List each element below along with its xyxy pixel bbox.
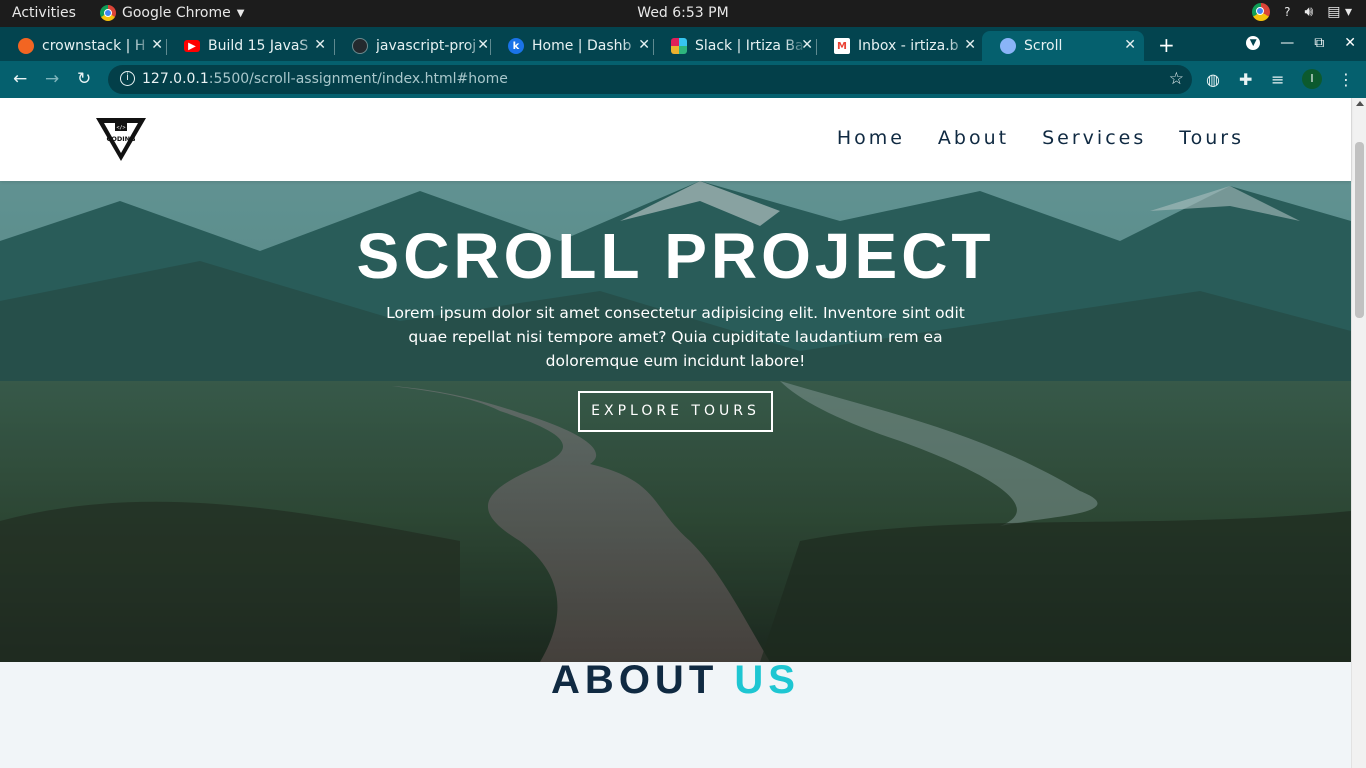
- forward-icon[interactable]: →: [45, 69, 59, 89]
- scrollbar-thumb[interactable]: [1355, 142, 1364, 318]
- reload-icon[interactable]: ↻: [77, 69, 91, 89]
- tab-youtube[interactable]: ▶ Build 15 JavaS ✕: [166, 31, 334, 61]
- clock[interactable]: Wed 6:53 PM: [0, 5, 1366, 21]
- tab-title: Build 15 JavaS: [208, 38, 309, 54]
- tab-title: Scroll: [1024, 38, 1063, 54]
- hero-section: SCROLL PROJECT Lorem ipsum dolor sit ame…: [0, 181, 1351, 662]
- scroll-up-arrow-icon[interactable]: [1356, 101, 1364, 106]
- bookmark-star-icon[interactable]: ☆: [1169, 69, 1184, 89]
- site-navbar: </> CODING Home About Services Tours: [0, 98, 1351, 181]
- url-text[interactable]: 127.0.0.1:5500/scroll-assignment/index.h…: [142, 71, 508, 87]
- nav-link-home[interactable]: Home: [837, 127, 905, 149]
- page-viewport: </> CODING Home About Services Tours SCR…: [0, 98, 1366, 768]
- window-controls: ▼ — ⧉ ✕: [1246, 35, 1356, 51]
- close-tab-icon[interactable]: ✕: [801, 37, 813, 53]
- tab-search-icon[interactable]: ▼: [1246, 36, 1261, 50]
- tab-gmail[interactable]: M Inbox - irtiza.b ✕: [816, 31, 984, 61]
- volume-icon[interactable]: 🔊︎: [1304, 4, 1313, 20]
- browser-toolbar: ← → ↻ i 127.0.0.1:5500/scroll-assignment…: [0, 61, 1366, 98]
- tab-title: Slack | Irtiza Ba: [695, 38, 804, 54]
- globe-icon: [1000, 38, 1016, 54]
- media-control-icon[interactable]: ≡: [1271, 70, 1284, 89]
- url-path: :5500/scroll-assignment/index.html#home: [208, 71, 508, 87]
- help-icon[interactable]: ?: [1284, 5, 1290, 19]
- tab-title: Home | Dashb: [532, 38, 632, 54]
- hero-text: Lorem ipsum dolor sit amet consectetur a…: [386, 304, 965, 370]
- tab-scroll[interactable]: Scroll ✕: [982, 31, 1144, 61]
- about-title-main: ABOUT: [551, 658, 735, 702]
- new-tab-button[interactable]: +: [1158, 33, 1175, 57]
- logo-text: CODING: [107, 135, 136, 143]
- chrome-tray-icon[interactable]: [1252, 3, 1271, 21]
- tab-title: Inbox - irtiza.b: [858, 38, 959, 54]
- explore-tours-button[interactable]: EXPLORE TOURS: [578, 391, 773, 432]
- nav-link-tours[interactable]: Tours: [1179, 127, 1244, 149]
- profile-avatar[interactable]: I: [1302, 69, 1322, 89]
- system-tray[interactable]: ? 🔊︎ ▤ ▾: [1252, 3, 1352, 21]
- battery-icon[interactable]: ▤ ▾: [1327, 4, 1352, 20]
- close-tab-icon[interactable]: ✕: [1124, 37, 1136, 53]
- nav-link-about[interactable]: About: [938, 127, 1009, 149]
- k-icon: k: [508, 38, 524, 54]
- about-title-accent: US: [734, 658, 800, 702]
- about-us-heading: ABOUT US: [0, 658, 1351, 703]
- close-tab-icon[interactable]: ✕: [964, 37, 976, 53]
- close-tab-icon[interactable]: ✕: [314, 37, 326, 53]
- hero-title: SCROLL PROJECT: [356, 220, 995, 292]
- back-icon[interactable]: ←: [13, 69, 27, 89]
- coding-logo[interactable]: </> CODING: [95, 117, 147, 163]
- tab-github[interactable]: javascript-proj ✕: [334, 31, 497, 61]
- slack-icon: [671, 38, 687, 54]
- url-host: 127.0.0.1: [142, 71, 209, 87]
- site-info-icon[interactable]: i: [120, 71, 135, 86]
- gmail-icon: M: [834, 38, 850, 54]
- extensions-puzzle-icon[interactable]: ✚: [1239, 70, 1252, 89]
- close-window-icon[interactable]: ✕: [1344, 35, 1356, 51]
- address-bar[interactable]: i 127.0.0.1:5500/scroll-assignment/index…: [108, 65, 1192, 94]
- tab-crownstack[interactable]: crownstack | H ✕: [0, 31, 171, 61]
- tab-title: javascript-proj: [376, 38, 477, 54]
- tab-strip: crownstack | H ✕ ▶ Build 15 JavaS ✕ java…: [0, 27, 1366, 61]
- tab-title: crownstack | H: [42, 38, 146, 54]
- close-tab-icon[interactable]: ✕: [638, 37, 650, 53]
- minimize-icon[interactable]: —: [1280, 35, 1294, 51]
- crownstack-icon: [18, 38, 34, 54]
- nav-link-services[interactable]: Services: [1042, 127, 1146, 149]
- tab-slack[interactable]: Slack | Irtiza Ba ✕: [653, 31, 821, 61]
- restore-icon[interactable]: ⧉: [1314, 35, 1324, 51]
- github-icon: [352, 38, 368, 54]
- close-tab-icon[interactable]: ✕: [151, 37, 163, 53]
- menu-kebab-icon[interactable]: ⋮: [1338, 70, 1354, 89]
- tab-dashboard[interactable]: k Home | Dashb ✕: [490, 31, 658, 61]
- page-scrollbar[interactable]: [1351, 98, 1366, 768]
- close-tab-icon[interactable]: ✕: [477, 37, 489, 53]
- youtube-icon: ▶: [184, 40, 200, 52]
- os-top-bar: Activities Google Chrome ▼ Wed 6:53 PM ?…: [0, 0, 1366, 27]
- svg-text:</>: </>: [116, 125, 125, 131]
- nav-links: Home About Services Tours: [837, 127, 1244, 149]
- globe-extension-icon[interactable]: ◍: [1206, 70, 1220, 89]
